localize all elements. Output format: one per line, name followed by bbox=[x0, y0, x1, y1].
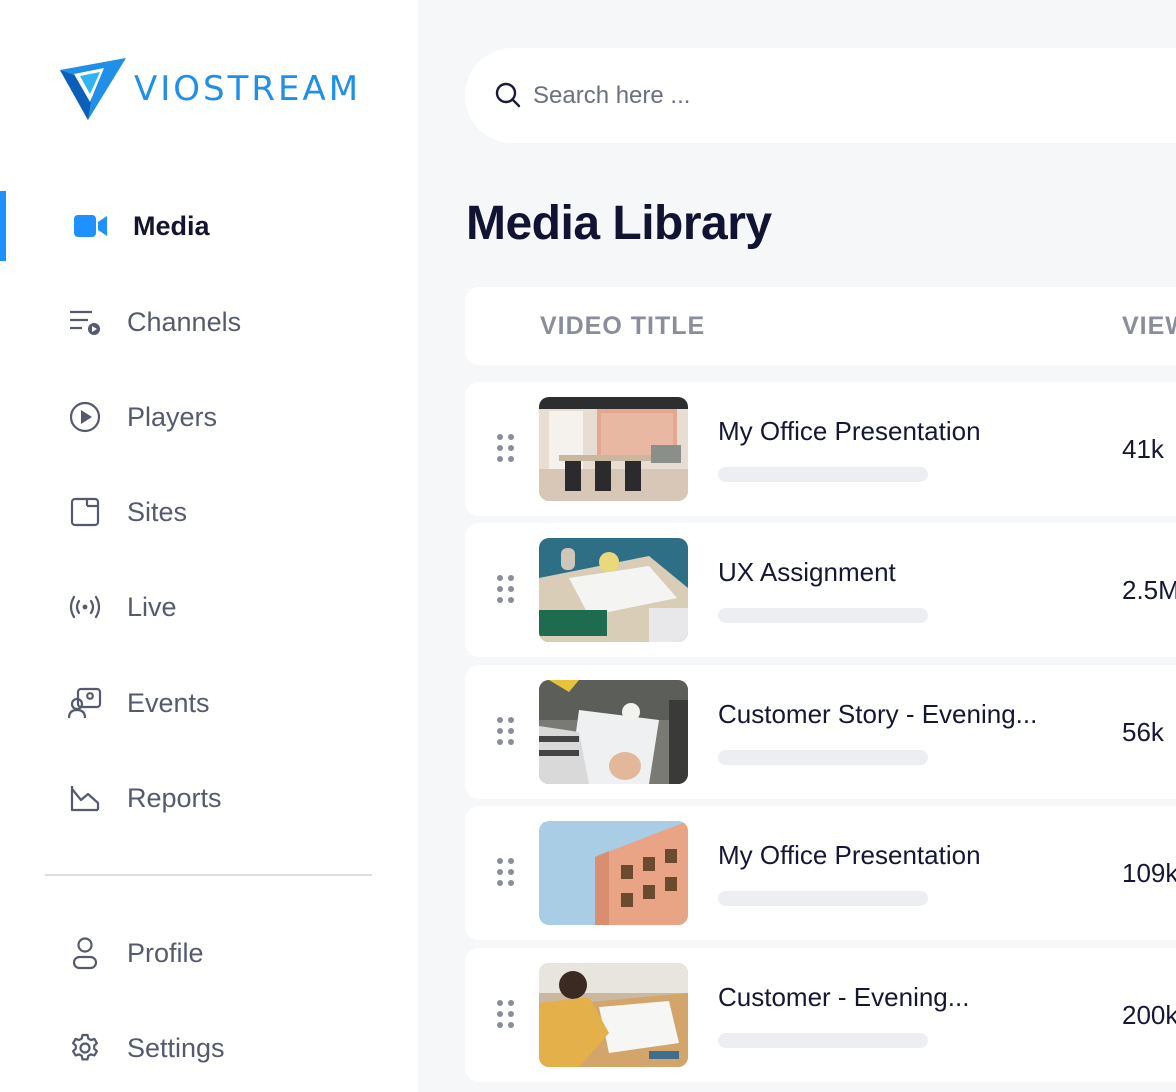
sidebar-item-live[interactable]: Live bbox=[0, 572, 418, 642]
video-title[interactable]: UX Assignment bbox=[718, 557, 896, 588]
video-title[interactable]: My Office Presentation bbox=[718, 840, 981, 871]
sidebar-item-label: Media bbox=[133, 210, 210, 241]
broadcast-icon bbox=[68, 590, 102, 624]
video-camera-icon bbox=[74, 209, 108, 243]
drag-handle-icon[interactable] bbox=[497, 434, 517, 464]
placeholder-bar bbox=[718, 608, 928, 623]
sidebar-item-settings[interactable]: Settings bbox=[0, 1013, 418, 1083]
column-header-views[interactable]: VIEWS bbox=[1122, 312, 1176, 341]
video-title[interactable]: My Office Presentation bbox=[718, 416, 981, 447]
sidebar-item-label: Live bbox=[127, 591, 177, 622]
chart-icon bbox=[68, 781, 102, 815]
video-thumbnail[interactable] bbox=[539, 538, 688, 642]
placeholder-bar bbox=[718, 750, 928, 765]
sidebar: VIOSTREAM Media Channels Players Sites L… bbox=[0, 0, 418, 1092]
sidebar-divider bbox=[45, 874, 372, 876]
sidebar-item-reports[interactable]: Reports bbox=[0, 763, 418, 833]
sidebar-item-label: Profile bbox=[127, 937, 204, 968]
page-title: Media Library bbox=[466, 197, 772, 250]
table-row[interactable]: UX Assignment 2.5M bbox=[465, 523, 1176, 657]
sidebar-item-channels[interactable]: Channels bbox=[0, 287, 418, 357]
user-icon bbox=[68, 936, 102, 970]
drag-handle-icon[interactable] bbox=[497, 575, 517, 605]
video-title[interactable]: Customer Story - Evening... bbox=[718, 699, 1037, 730]
table-row[interactable]: Customer - Evening... 200k bbox=[465, 948, 1176, 1082]
sidebar-item-media[interactable]: Media bbox=[0, 191, 418, 261]
video-views: 200k bbox=[1122, 1000, 1176, 1030]
sidebar-item-players[interactable]: Players bbox=[0, 382, 418, 452]
sidebar-item-sites[interactable]: Sites bbox=[0, 477, 418, 547]
search-bar[interactable] bbox=[465, 48, 1176, 143]
viostream-logo[interactable]: VIOSTREAM bbox=[60, 58, 361, 120]
table-row[interactable]: Customer Story - Evening... 56k bbox=[465, 665, 1176, 799]
video-thumbnail[interactable] bbox=[539, 397, 688, 501]
video-title[interactable]: Customer - Evening... bbox=[718, 982, 969, 1013]
placeholder-bar bbox=[718, 891, 928, 906]
placeholder-bar bbox=[718, 467, 928, 482]
drag-handle-icon[interactable] bbox=[497, 717, 517, 747]
table-row[interactable]: My Office Presentation 109k bbox=[465, 806, 1176, 940]
sidebar-item-profile[interactable]: Profile bbox=[0, 918, 418, 988]
sidebar-item-label: Channels bbox=[127, 306, 242, 337]
sidebar-item-label: Reports bbox=[127, 782, 222, 813]
placeholder-bar bbox=[718, 1033, 928, 1048]
sidebar-item-events[interactable]: Events bbox=[0, 668, 418, 738]
video-views: 2.5M bbox=[1122, 575, 1176, 605]
drag-handle-icon[interactable] bbox=[497, 1000, 517, 1030]
browser-window-icon bbox=[68, 495, 102, 529]
sidebar-item-label: Sites bbox=[127, 496, 188, 527]
video-thumbnail[interactable] bbox=[539, 963, 688, 1067]
sidebar-item-label: Players bbox=[127, 401, 218, 432]
play-circle-icon bbox=[68, 400, 102, 434]
video-views: 56k bbox=[1122, 717, 1164, 747]
table-header: VIDEO TITLE VIEWS bbox=[465, 287, 1176, 365]
gear-icon bbox=[68, 1031, 102, 1065]
brand-name: VIOSTREAM bbox=[134, 69, 362, 109]
search-icon[interactable] bbox=[495, 82, 521, 113]
viostream-logo-icon bbox=[60, 58, 126, 120]
sidebar-item-label: Settings bbox=[127, 1032, 225, 1063]
playlist-icon bbox=[68, 305, 102, 339]
search-input[interactable] bbox=[533, 76, 1033, 116]
event-people-icon bbox=[68, 686, 102, 720]
table-row[interactable]: My Office Presentation 41k bbox=[465, 382, 1176, 516]
video-views: 109k bbox=[1122, 858, 1176, 888]
column-header-video-title[interactable]: VIDEO TITLE bbox=[540, 312, 705, 341]
drag-handle-icon[interactable] bbox=[497, 858, 517, 888]
sidebar-item-label: Events bbox=[127, 687, 210, 718]
video-thumbnail[interactable] bbox=[539, 821, 688, 925]
video-thumbnail[interactable] bbox=[539, 680, 688, 784]
video-views: 41k bbox=[1122, 434, 1164, 464]
